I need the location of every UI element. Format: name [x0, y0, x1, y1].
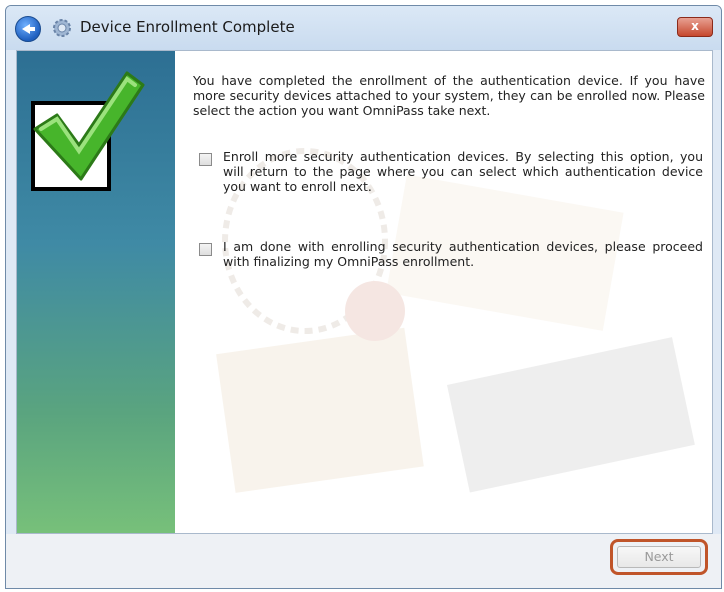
back-arrow-icon[interactable] [15, 16, 41, 42]
option-done-enrolling[interactable]: I am done with enrolling security authen… [199, 239, 703, 269]
wizard-content: You have completed the enrollment of the… [16, 50, 713, 534]
intro-text: You have completed the enrollment of the… [193, 73, 705, 118]
wizard-sidebar [17, 51, 175, 533]
done-enrolling-checkbox[interactable] [199, 243, 212, 256]
close-button[interactable]: x [677, 17, 713, 37]
option-label: Enroll more security authentication devi… [223, 149, 703, 194]
window-title: Device Enrollment Complete [80, 18, 295, 36]
gear-icon [53, 19, 71, 37]
next-button[interactable]: Next [610, 539, 708, 575]
main-panel: You have completed the enrollment of the… [175, 51, 712, 533]
option-label: I am done with enrolling security authen… [223, 239, 703, 269]
checkmark-icon [33, 71, 145, 181]
option-enroll-more[interactable]: Enroll more security authentication devi… [199, 149, 703, 194]
next-button-label: Next [617, 546, 701, 568]
enroll-more-checkbox[interactable] [199, 153, 212, 166]
title-bar: Device Enrollment Complete x [6, 6, 721, 50]
enrollment-wizard-window: Device Enrollment Complete x You have co… [5, 5, 722, 589]
